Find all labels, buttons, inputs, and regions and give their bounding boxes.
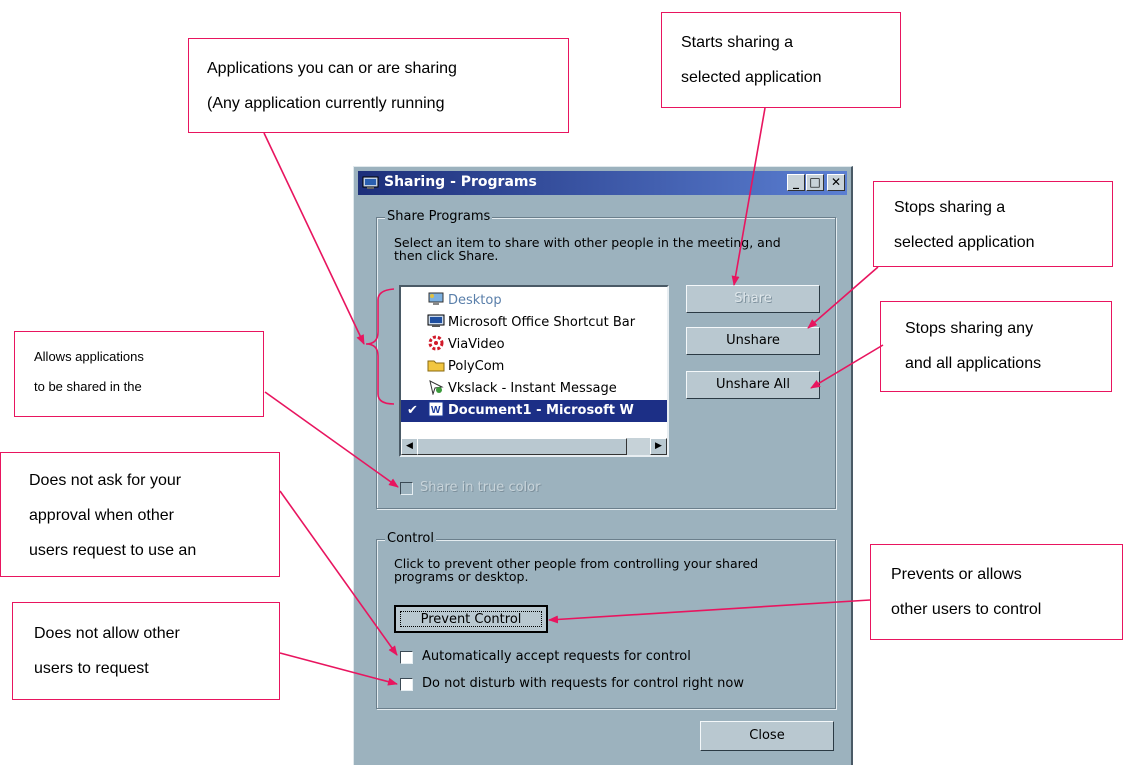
program-list[interactable]: Desktop Microsoft Office Shortcut Bar Vi… — [399, 285, 669, 457]
share-programs-legend: Share Programs — [385, 209, 493, 224]
prevent-control-button[interactable]: Prevent Control — [394, 605, 548, 633]
minimize-icon: _ — [793, 175, 799, 189]
horizontal-scrollbar[interactable]: ◀ ▶ — [401, 438, 667, 455]
share-true-color-label: Share in true color — [420, 480, 541, 495]
svg-text:W: W — [431, 405, 441, 416]
list-item-selected[interactable]: ✔ W Document1 - Microsoft W — [401, 400, 667, 422]
do-not-disturb-checkbox[interactable] — [400, 678, 413, 691]
office-bar-icon — [427, 313, 445, 329]
callout-true-color: Allows applications to be shared in the — [14, 331, 264, 417]
close-icon: ✕ — [830, 175, 842, 189]
sharing-app-icon — [362, 175, 380, 191]
maximize-button[interactable]: □ — [806, 174, 824, 191]
list-item[interactable]: PolyCom — [427, 356, 504, 378]
dialog-title: Sharing - Programs — [384, 174, 537, 190]
auto-accept-label: Automatically accept requests for contro… — [422, 649, 691, 664]
title-bar[interactable]: Sharing - Programs _ □ ✕ — [358, 171, 847, 195]
do-not-disturb-label: Do not disturb with requests for control… — [422, 676, 744, 691]
control-instructions-line2: programs or desktop. — [394, 569, 529, 584]
callout-unshare-all: Stops sharing any and all applications — [880, 301, 1112, 392]
viavideo-icon — [427, 335, 445, 351]
desktop-icon — [427, 291, 445, 307]
callout-auto-accept: Does not ask for your approval when othe… — [0, 452, 280, 577]
minimize-button[interactable]: _ — [787, 174, 805, 191]
unshare-button[interactable]: Unshare — [686, 327, 820, 355]
close-window-button[interactable]: ✕ — [827, 174, 845, 191]
scroll-thumb[interactable] — [417, 438, 627, 455]
leader-applications — [263, 132, 365, 345]
scroll-left-button[interactable]: ◀ — [401, 438, 418, 455]
arrow-right-icon: ▶ — [655, 441, 662, 451]
share-instructions-line2: then click Share. — [394, 248, 499, 263]
callout-do-not-disturb: Does not allow other users to request — [12, 602, 280, 700]
callout-applications: Applications you can or are sharing (Any… — [188, 38, 569, 133]
folder-icon — [427, 357, 445, 373]
list-item[interactable]: Vkslack - Instant Message — [427, 378, 617, 400]
callout-share: Starts sharing a selected application — [661, 12, 901, 108]
word-icon: W — [427, 401, 445, 417]
share-true-color-checkbox[interactable] — [400, 482, 413, 495]
arrow-left-icon: ◀ — [406, 441, 413, 451]
sharing-programs-dialog: Sharing - Programs _ □ ✕ Share Programs … — [353, 166, 853, 765]
close-button[interactable]: Close — [700, 721, 834, 751]
list-item[interactable]: Desktop — [427, 290, 502, 312]
maximize-icon: □ — [809, 175, 821, 189]
control-legend: Control — [385, 531, 436, 546]
focus-ring — [400, 611, 542, 627]
unshare-all-button[interactable]: Unshare All — [686, 371, 820, 399]
list-item[interactable]: ViaVideo — [427, 334, 505, 356]
shared-check-icon: ✔ — [407, 403, 418, 418]
list-item[interactable]: Microsoft Office Shortcut Bar — [427, 312, 635, 334]
callout-unshare: Stops sharing a selected application — [873, 181, 1113, 267]
callout-prevent-control: Prevents or allows other users to contro… — [870, 544, 1123, 640]
share-button[interactable]: Share — [686, 285, 820, 313]
messenger-icon — [427, 379, 445, 396]
auto-accept-checkbox[interactable] — [400, 651, 413, 664]
scroll-right-button[interactable]: ▶ — [650, 438, 667, 455]
